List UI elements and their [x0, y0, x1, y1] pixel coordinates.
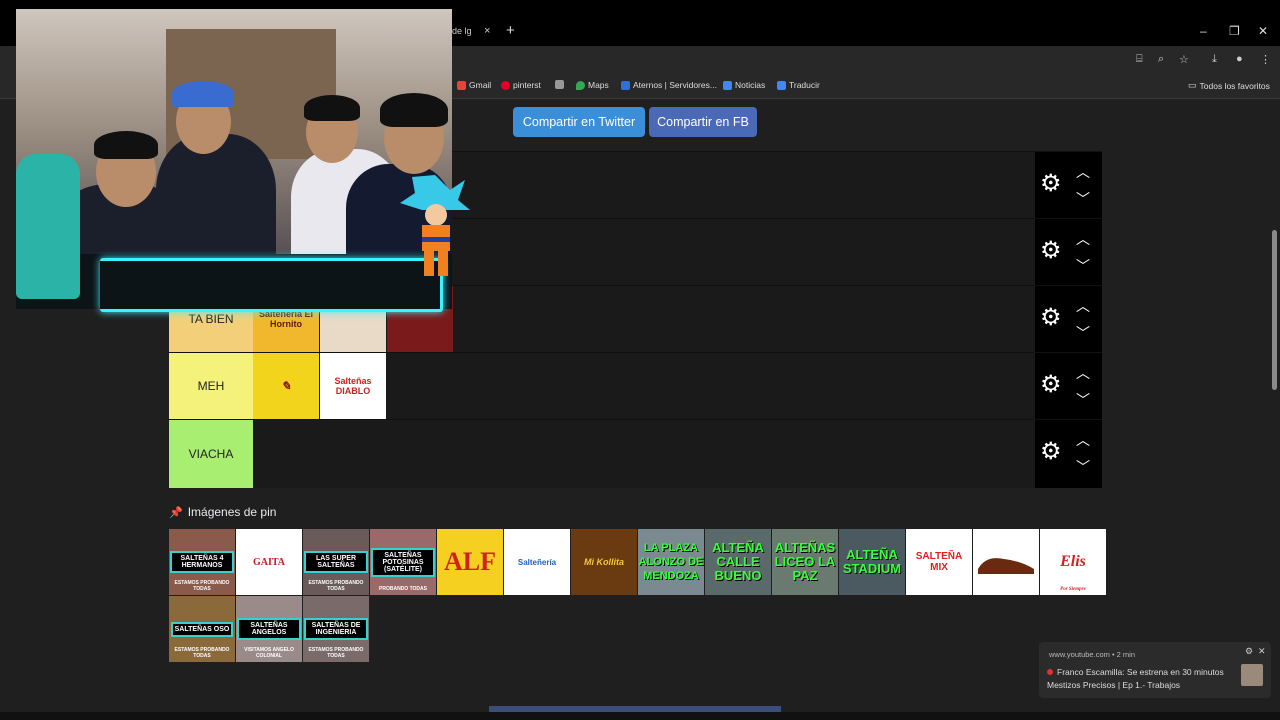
pin-image[interactable]: Elis Por Siempre — [1040, 529, 1106, 595]
move-up-icon[interactable]: ︿ — [1076, 296, 1090, 316]
download-icon[interactable]: ⤓ — [1212, 53, 1217, 66]
move-down-icon[interactable]: ︿ — [1076, 255, 1090, 275]
zoom-icon[interactable]: ⌕ — [1158, 53, 1164, 66]
gear-icon[interactable]: ⚙ — [1040, 306, 1062, 330]
tier-label: VIACHA — [169, 420, 253, 488]
close-window-button[interactable]: ✕ — [1258, 24, 1268, 38]
share-facebook-button[interactable]: Compartir en FB — [649, 107, 757, 137]
gear-icon[interactable]: ⚙ — [1040, 373, 1062, 397]
bookmark-aternos[interactable]: Aternos | Servidores... — [621, 80, 717, 90]
pin-image[interactable]: SALTEÑAS 4 HERMANOS ESTAMOS PROBANDO TODA… — [169, 529, 235, 595]
close-icon[interactable]: ✕ — [1258, 646, 1266, 657]
tier-item[interactable]: ✎ — [253, 353, 319, 419]
logo-icon: ✎ — [280, 379, 292, 393]
menu-icon[interactable]: ⋮ — [1260, 53, 1271, 66]
bookmark-noticias[interactable]: Noticias — [723, 80, 765, 90]
pinterest-icon — [501, 80, 510, 90]
tier-row: MEH ✎ Salteñas DIABLO ⚙ ︿ ︿ — [169, 352, 1102, 419]
bookmark-misc[interactable] — [555, 80, 564, 89]
pin-image[interactable]: ALTEÑA CALLE BUENO — [705, 529, 771, 595]
person-hair — [380, 93, 448, 127]
tier-item[interactable]: Salteñas DIABLO — [320, 353, 386, 419]
maximize-button[interactable]: ❐ — [1229, 24, 1240, 38]
tier-controls: ⚙ ︿ ︿ — [1035, 152, 1102, 218]
person-cap — [172, 81, 234, 107]
live-dot-icon — [1047, 669, 1053, 675]
person-hair — [304, 95, 360, 121]
move-up-icon[interactable]: ︿ — [1076, 229, 1090, 249]
avatar — [1241, 664, 1263, 686]
share-twitter-button[interactable]: Compartir en Twitter — [513, 107, 645, 137]
pin-image[interactable]: LAS SUPER SALTEÑAS ESTAMOS PROBANDO TODAS — [303, 529, 369, 595]
news-icon — [723, 80, 732, 90]
folder-icon: ▭ — [1188, 80, 1197, 90]
pin-image[interactable]: LA PLAZA ALONZO DE MENDOZA — [638, 529, 704, 595]
maps-icon — [576, 80, 585, 90]
tier-controls: ⚙ ︿ ︿ — [1035, 219, 1102, 285]
pin-image[interactable]: SALTEÑAS OSO ESTAMOS PROBANDO TODAS — [169, 596, 235, 662]
new-tab-button[interactable]: + — [506, 22, 515, 39]
taskbar — [0, 712, 1280, 720]
move-down-icon[interactable]: ︿ — [1076, 456, 1090, 476]
notification-title: Franco Escamilla: Se estrena en 30 minut… — [1047, 667, 1224, 677]
bookmark-traducir[interactable]: Traducir — [777, 80, 820, 90]
pin-section-title: 📌 Imágenes de pin — [169, 505, 277, 519]
tab-title[interactable]: de lg — [452, 26, 472, 36]
tier-label: MEH — [169, 353, 253, 419]
move-down-icon[interactable]: ︿ — [1076, 188, 1090, 208]
pin-image[interactable]: ALTEÑA STADIUM — [839, 529, 905, 595]
pin-image[interactable]: SALTEÑAS ANGELOS VISITAMOS ANGELO COLONIA… — [236, 596, 302, 662]
bottle-image — [16, 154, 80, 299]
goku-sticker-icon — [400, 175, 470, 276]
pin-image[interactable]: Salteñería — [504, 529, 570, 595]
bookmark-pinterest[interactable]: pinterst — [501, 80, 541, 90]
shoe-icon — [978, 558, 1034, 574]
tier-controls: ⚙ ︿ ︿ — [1035, 353, 1102, 419]
aternos-icon — [621, 80, 630, 90]
tier-controls: ⚙ ︿ ︿ — [1035, 286, 1102, 352]
settings-icon[interactable]: ⚙ — [1245, 646, 1253, 657]
minimize-button[interactable]: – — [1200, 24, 1207, 38]
profile-avatar-icon[interactable]: ● — [1236, 53, 1243, 65]
pin-grid: SALTEÑAS 4 HERMANOS ESTAMOS PROBANDO TODA… — [169, 529, 1106, 663]
translate-page-icon[interactable]: ⌸ — [1136, 53, 1143, 66]
gear-icon[interactable]: ⚙ — [1040, 172, 1062, 196]
bookmark-gmail[interactable]: Gmail — [457, 80, 491, 90]
close-tab-icon[interactable]: × — [484, 25, 490, 37]
tier-controls: ⚙ ︿ ︿ — [1035, 420, 1102, 488]
move-up-icon[interactable]: ︿ — [1076, 430, 1090, 450]
page-scrollbar[interactable] — [1272, 230, 1277, 390]
misc-icon — [555, 80, 564, 89]
translate-icon — [777, 80, 786, 90]
gmail-icon — [457, 80, 466, 90]
pin-image[interactable] — [973, 529, 1039, 595]
pin-image[interactable]: ALTEÑAS LICEO LA PAZ — [772, 529, 838, 595]
pin-image[interactable]: ALF — [437, 529, 503, 595]
move-down-icon[interactable]: ︿ — [1076, 322, 1090, 342]
tier-row: VIACHA ⚙ ︿ ︿ — [169, 419, 1102, 488]
gear-icon[interactable]: ⚙ — [1040, 239, 1062, 263]
taskbar-active-window[interactable] — [489, 706, 781, 712]
pin-image[interactable]: SALTEÑAS DE INGENIERIA ESTAMOS PROBANDO T… — [303, 596, 369, 662]
move-up-icon[interactable]: ︿ — [1076, 363, 1090, 383]
all-bookmarks-folder[interactable]: ▭ Todos los favoritos — [1188, 80, 1270, 91]
pushpin-icon: 📌 — [169, 506, 183, 519]
neon-frame — [100, 258, 443, 312]
gear-icon[interactable]: ⚙ — [1040, 440, 1062, 464]
star-icon[interactable]: ☆ — [1179, 53, 1189, 66]
person-hair — [94, 131, 158, 159]
notification-body: Mestizos Precisos | Ep 1.- Trabajos — [1047, 680, 1181, 690]
move-down-icon[interactable]: ︿ — [1076, 389, 1090, 409]
person — [156, 134, 276, 274]
pin-image[interactable]: Mi Kollita — [571, 529, 637, 595]
notification-source: www.youtube.com • 2 min — [1049, 650, 1136, 659]
notification-toast[interactable]: www.youtube.com • 2 min ⚙ ✕ Franco Escam… — [1039, 642, 1271, 698]
pin-image[interactable]: SALTEÑA MIX — [906, 529, 972, 595]
pin-image[interactable]: GAITA — [236, 529, 302, 595]
move-up-icon[interactable]: ︿ — [1076, 162, 1090, 182]
pin-image[interactable]: SALTEÑAS POTOSINAS (SATÉLITE) PROBANDO TO… — [370, 529, 436, 595]
bookmark-maps[interactable]: Maps — [576, 80, 609, 90]
